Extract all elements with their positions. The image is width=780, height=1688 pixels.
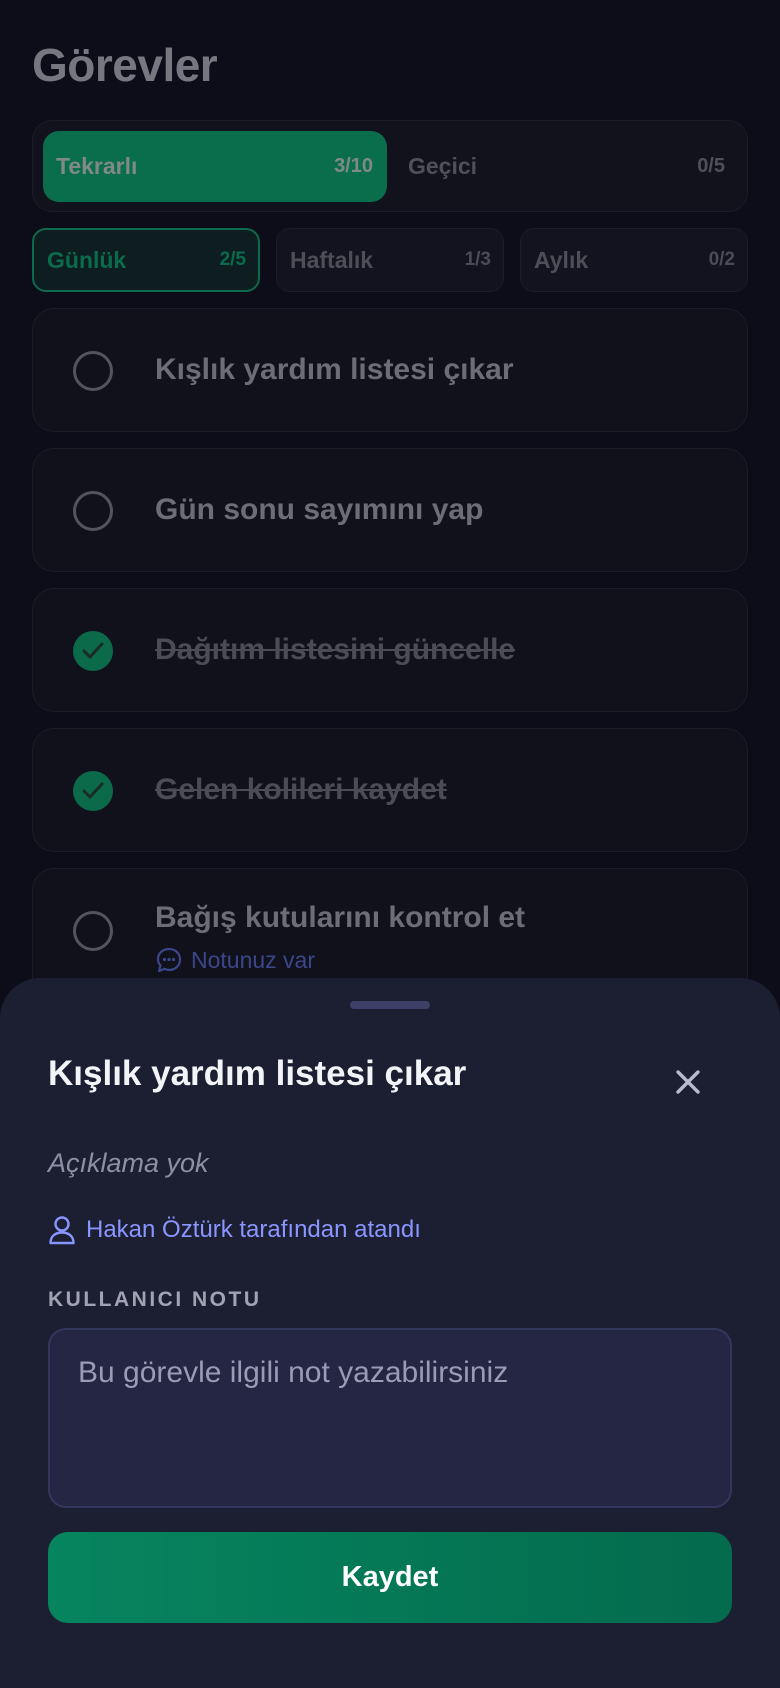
task-checkbox[interactable]	[73, 911, 113, 951]
task-title: Kışlık yardım listesi çıkar	[155, 353, 514, 386]
sheet-title: Kışlık yardım listesi çıkar	[48, 1054, 467, 1093]
user-note-input[interactable]	[48, 1328, 732, 1508]
period-tab-daily-count: 2/5	[219, 249, 246, 270]
period-tab-weekly-count: 1/3	[464, 249, 491, 270]
task-item[interactable]: Kışlık yardım listesi çıkar	[32, 308, 748, 432]
task-item[interactable]: Gün sonu sayımını yap	[32, 448, 748, 572]
task-title: Gün sonu sayımını yap	[155, 493, 484, 526]
tab-temporary-label: Geçici	[408, 153, 478, 179]
assigned-by-label: Hakan Öztürk tarafından atandı	[86, 1216, 421, 1243]
period-tab-weekly[interactable]: Haftalık 1/3	[276, 228, 504, 292]
sheet-drag-handle[interactable]	[350, 1001, 430, 1009]
tab-recurring-label: Tekrarlı	[56, 153, 138, 179]
checkmark-icon	[82, 642, 104, 659]
user-note-section-label: KULLANICI NOTU	[48, 1288, 262, 1311]
task-description: Açıklama yok	[48, 1148, 209, 1178]
task-title: Dağıtım listesini güncelle	[155, 633, 516, 666]
period-tab-weekly-label: Haftalık	[290, 246, 374, 273]
chat-bubble-icon	[156, 947, 182, 973]
page-title: Görevler	[32, 39, 218, 91]
task-title: Gelen kolileri kaydet	[155, 773, 447, 806]
period-tab-monthly-label: Aylık	[534, 246, 589, 273]
tab-temporary[interactable]: Geçici 0/5	[395, 131, 739, 202]
period-tab-daily[interactable]: Günlük 2/5	[32, 228, 260, 292]
task-checkbox[interactable]	[73, 351, 113, 391]
tab-temporary-count: 0/5	[697, 155, 725, 177]
task-item[interactable]: Dağıtım listesini güncelle	[32, 588, 748, 712]
task-checkbox-checked[interactable]	[73, 631, 113, 671]
task-note-indicator: Notunuz var	[155, 946, 315, 974]
task-title: Bağış kutularını kontrol et	[155, 901, 526, 934]
task-checkbox[interactable]	[73, 491, 113, 531]
period-tab-monthly[interactable]: Aylık 0/2	[520, 228, 748, 292]
task-detail-sheet: Kışlık yardım listesi çıkar Açıklama yok…	[0, 978, 780, 1688]
task-note-label: Notunuz var	[191, 946, 316, 973]
checkmark-icon	[82, 782, 104, 799]
period-tab-daily-label: Günlük	[47, 246, 127, 273]
app-root: Görevler Tekrarlı 3/10 Geçici 0/5 Günlük…	[0, 0, 780, 1688]
tab-recurring[interactable]: Tekrarlı 3/10	[43, 131, 387, 202]
task-checkbox-checked[interactable]	[73, 771, 113, 811]
task-type-segmented-control: Tekrarlı 3/10 Geçici 0/5	[32, 120, 748, 212]
save-button[interactable]: Kaydet	[48, 1532, 732, 1623]
close-button[interactable]	[664, 1058, 712, 1106]
close-icon	[676, 1070, 700, 1094]
period-tab-monthly-count: 0/2	[708, 249, 735, 270]
tab-recurring-count: 3/10	[334, 155, 373, 177]
user-icon	[49, 1216, 75, 1245]
task-item[interactable]: Gelen kolileri kaydet	[32, 728, 748, 852]
assigned-by: Hakan Öztürk tarafından atandı	[48, 1215, 421, 1245]
